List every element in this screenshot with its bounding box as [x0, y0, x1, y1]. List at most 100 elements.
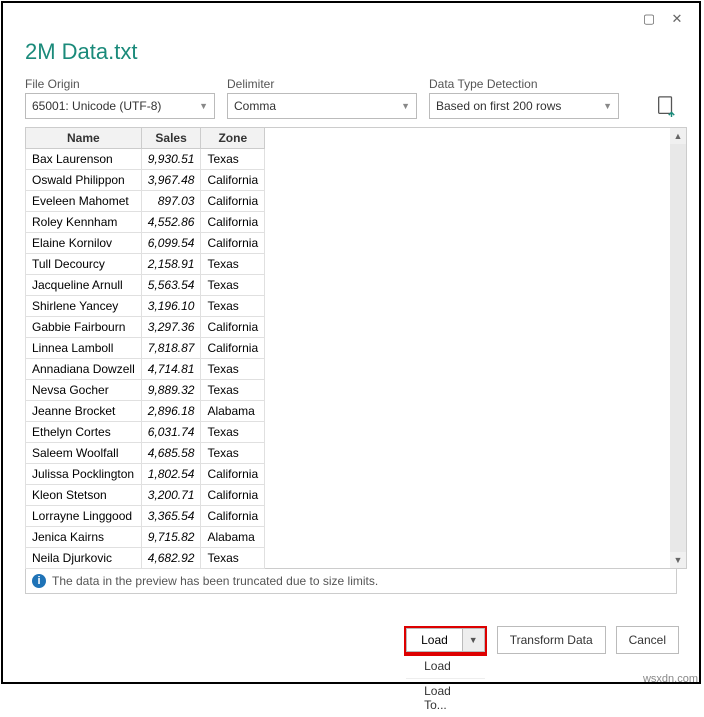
menu-load-to[interactable]: Load To... — [406, 679, 485, 717]
table-row[interactable]: Jeanne Brocket2,896.18Alabama — [26, 401, 265, 422]
cell-zone: California — [201, 212, 265, 233]
cell-sales: 6,031.74 — [141, 422, 201, 443]
table-row[interactable]: Roley Kennham4,552.86California — [26, 212, 265, 233]
table-row[interactable]: Lorrayne Linggood3,365.54California — [26, 506, 265, 527]
cell-name: Elaine Kornilov — [26, 233, 142, 254]
cell-zone: Texas — [201, 254, 265, 275]
maximize-icon[interactable]: ▢ — [635, 7, 663, 31]
cell-zone: Texas — [201, 380, 265, 401]
table-row[interactable]: Neila Djurkovic4,682.92Texas — [26, 548, 265, 569]
cell-sales: 5,563.54 — [141, 275, 201, 296]
load-split-button[interactable]: Load ▼ Load Load To... — [404, 626, 487, 654]
load-button[interactable]: Load — [406, 628, 462, 652]
cell-zone: Texas — [201, 296, 265, 317]
cell-sales: 3,200.71 — [141, 485, 201, 506]
table-row[interactable]: Nevsa Gocher9,889.32Texas — [26, 380, 265, 401]
table-row[interactable]: Ethelyn Cortes6,031.74Texas — [26, 422, 265, 443]
chevron-down-icon: ▼ — [199, 101, 208, 111]
cell-zone: Texas — [201, 422, 265, 443]
cell-name: Bax Laurenson — [26, 149, 142, 170]
preview-blank: ▲ ▼ — [265, 127, 687, 569]
dialog-title: 2M Data.txt — [3, 35, 699, 77]
cell-sales: 7,818.87 — [141, 338, 201, 359]
delimiter-dropdown[interactable]: Comma ▼ — [227, 93, 417, 119]
load-dropdown-arrow[interactable]: ▼ — [462, 628, 485, 652]
cell-zone: California — [201, 191, 265, 212]
cell-sales: 897.03 — [141, 191, 201, 212]
menu-load[interactable]: Load — [406, 654, 485, 679]
cell-sales: 1,802.54 — [141, 464, 201, 485]
cell-name: Kleon Stetson — [26, 485, 142, 506]
cell-zone: California — [201, 506, 265, 527]
scroll-up-icon[interactable]: ▲ — [670, 128, 686, 144]
cell-name: Tull Decourcy — [26, 254, 142, 275]
table-row[interactable]: Tull Decourcy2,158.91Texas — [26, 254, 265, 275]
cell-sales: 6,099.54 — [141, 233, 201, 254]
cell-zone: California — [201, 317, 265, 338]
cell-zone: California — [201, 464, 265, 485]
col-zone[interactable]: Zone — [201, 128, 265, 149]
close-icon[interactable]: ✕ — [663, 7, 691, 31]
table-row[interactable]: Bax Laurenson9,930.51Texas — [26, 149, 265, 170]
transform-data-button[interactable]: Transform Data — [497, 626, 606, 654]
cell-sales: 2,896.18 — [141, 401, 201, 422]
table-row[interactable]: Oswald Philippon3,967.48California — [26, 170, 265, 191]
table-row[interactable]: Eveleen Mahomet897.03California — [26, 191, 265, 212]
delimiter-label: Delimiter — [227, 77, 417, 91]
table-row[interactable]: Jenica Kairns9,715.82Alabama — [26, 527, 265, 548]
cell-zone: Texas — [201, 359, 265, 380]
new-sheet-icon[interactable] — [655, 95, 677, 117]
cell-zone: California — [201, 233, 265, 254]
cell-zone: Texas — [201, 443, 265, 464]
cell-name: Jacqueline Arnull — [26, 275, 142, 296]
cell-sales: 3,967.48 — [141, 170, 201, 191]
table-row[interactable]: Linnea Lamboll7,818.87California — [26, 338, 265, 359]
titlebar: ▢ ✕ — [3, 3, 699, 35]
cell-sales: 9,930.51 — [141, 149, 201, 170]
dialog-window: ▢ ✕ 2M Data.txt File Origin 65001: Unico… — [1, 1, 701, 684]
cell-zone: Texas — [201, 548, 265, 569]
cell-zone: Texas — [201, 149, 265, 170]
cell-zone: Alabama — [201, 401, 265, 422]
cell-name: Linnea Lamboll — [26, 338, 142, 359]
cell-sales: 3,365.54 — [141, 506, 201, 527]
cell-name: Annadiana Dowzell — [26, 359, 142, 380]
scroll-down-icon[interactable]: ▼ — [670, 552, 686, 568]
cell-name: Saleem Woolfall — [26, 443, 142, 464]
table-row[interactable]: Julissa Pocklington1,802.54California — [26, 464, 265, 485]
vertical-scrollbar[interactable]: ▲ ▼ — [670, 128, 686, 568]
table-row[interactable]: Elaine Kornilov6,099.54California — [26, 233, 265, 254]
file-origin-label: File Origin — [25, 77, 215, 91]
detection-value: Based on first 200 rows — [436, 99, 561, 113]
col-name[interactable]: Name — [26, 128, 142, 149]
table-row[interactable]: Saleem Woolfall4,685.58Texas — [26, 443, 265, 464]
cell-sales: 9,715.82 — [141, 527, 201, 548]
table-row[interactable]: Shirlene Yancey3,196.10Texas — [26, 296, 265, 317]
cancel-button[interactable]: Cancel — [616, 626, 679, 654]
table-row[interactable]: Jacqueline Arnull5,563.54Texas — [26, 275, 265, 296]
cell-name: Julissa Pocklington — [26, 464, 142, 485]
cell-name: Eveleen Mahomet — [26, 191, 142, 212]
options-row: File Origin 65001: Unicode (UTF-8) ▼ Del… — [3, 77, 699, 125]
cell-name: Shirlene Yancey — [26, 296, 142, 317]
file-origin-dropdown[interactable]: 65001: Unicode (UTF-8) ▼ — [25, 93, 215, 119]
detection-label: Data Type Detection — [429, 77, 619, 91]
preview-table: Name Sales Zone Bax Laurenson9,930.51Tex… — [25, 127, 265, 569]
cell-sales: 3,196.10 — [141, 296, 201, 317]
cell-zone: California — [201, 485, 265, 506]
preview-area: Name Sales Zone Bax Laurenson9,930.51Tex… — [25, 127, 687, 569]
table-row[interactable]: Annadiana Dowzell4,714.81Texas — [26, 359, 265, 380]
cell-name: Ethelyn Cortes — [26, 422, 142, 443]
cell-sales: 4,685.58 — [141, 443, 201, 464]
cell-sales: 9,889.32 — [141, 380, 201, 401]
cell-name: Nevsa Gocher — [26, 380, 142, 401]
col-sales[interactable]: Sales — [141, 128, 201, 149]
chevron-down-icon: ▼ — [401, 101, 410, 111]
cell-zone: California — [201, 170, 265, 191]
cell-zone: Texas — [201, 275, 265, 296]
scroll-track[interactable] — [670, 144, 686, 552]
detection-dropdown[interactable]: Based on first 200 rows ▼ — [429, 93, 619, 119]
table-row[interactable]: Gabbie Fairbourn3,297.36California — [26, 317, 265, 338]
cell-zone: Alabama — [201, 527, 265, 548]
table-row[interactable]: Kleon Stetson3,200.71California — [26, 485, 265, 506]
